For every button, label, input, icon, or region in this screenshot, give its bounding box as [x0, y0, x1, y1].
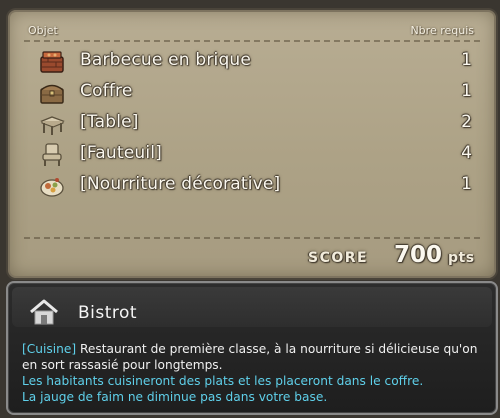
list-item[interactable]: [Table] 2 — [38, 108, 480, 139]
category-tag: [Cuisine] — [22, 342, 77, 356]
score-unit: pts — [448, 250, 475, 266]
list-item[interactable]: Coffre 1 — [38, 77, 480, 108]
description-text: Restaurant de première classe, à la nour… — [22, 342, 478, 372]
list-item[interactable]: [Fauteuil] 4 — [38, 139, 480, 170]
column-header-object: Objet — [28, 24, 58, 37]
score-label: SCORE — [308, 250, 369, 266]
item-qty: 1 — [461, 50, 472, 70]
room-info-panel: Bistrot [Cuisine] Restaurant de première… — [6, 281, 498, 415]
item-qty: 1 — [461, 81, 472, 101]
list-item[interactable]: [Nourriture décorative] 1 — [38, 170, 480, 201]
table-icon — [40, 116, 65, 135]
list-item[interactable]: Barbecue en brique 1 — [38, 46, 480, 77]
item-name: [Fauteuil] — [80, 143, 163, 163]
room-header: Bistrot — [12, 287, 492, 327]
room-title: Bistrot — [78, 303, 138, 323]
item-name: Coffre — [80, 81, 133, 101]
item-name: Barbecue en brique — [80, 50, 252, 70]
house-icon — [30, 299, 58, 325]
armchair-icon — [42, 143, 62, 166]
brick-barbecue-icon — [40, 51, 64, 73]
required-items-panel: Objet Nbre requis Barbecue en brique 1 C… — [6, 8, 498, 280]
item-qty: 2 — [461, 112, 472, 132]
divider-bottom — [24, 237, 480, 239]
room-description: [Cuisine] Restaurant de première classe,… — [22, 341, 492, 405]
column-header-required: Nbre requis — [410, 24, 474, 37]
effect-text-2: La jauge de faim ne diminue pas dans vot… — [22, 390, 328, 404]
effect-text-1: Les habitants cuisineront des plats et l… — [22, 374, 424, 388]
score-value: 700 — [394, 242, 443, 268]
item-qty: 1 — [461, 174, 472, 194]
divider-top — [24, 40, 480, 42]
item-name: [Nourriture décorative] — [80, 174, 281, 194]
item-name: [Table] — [80, 112, 139, 132]
decorative-food-icon — [40, 178, 64, 197]
item-qty: 4 — [461, 143, 472, 163]
chest-icon — [40, 84, 64, 104]
